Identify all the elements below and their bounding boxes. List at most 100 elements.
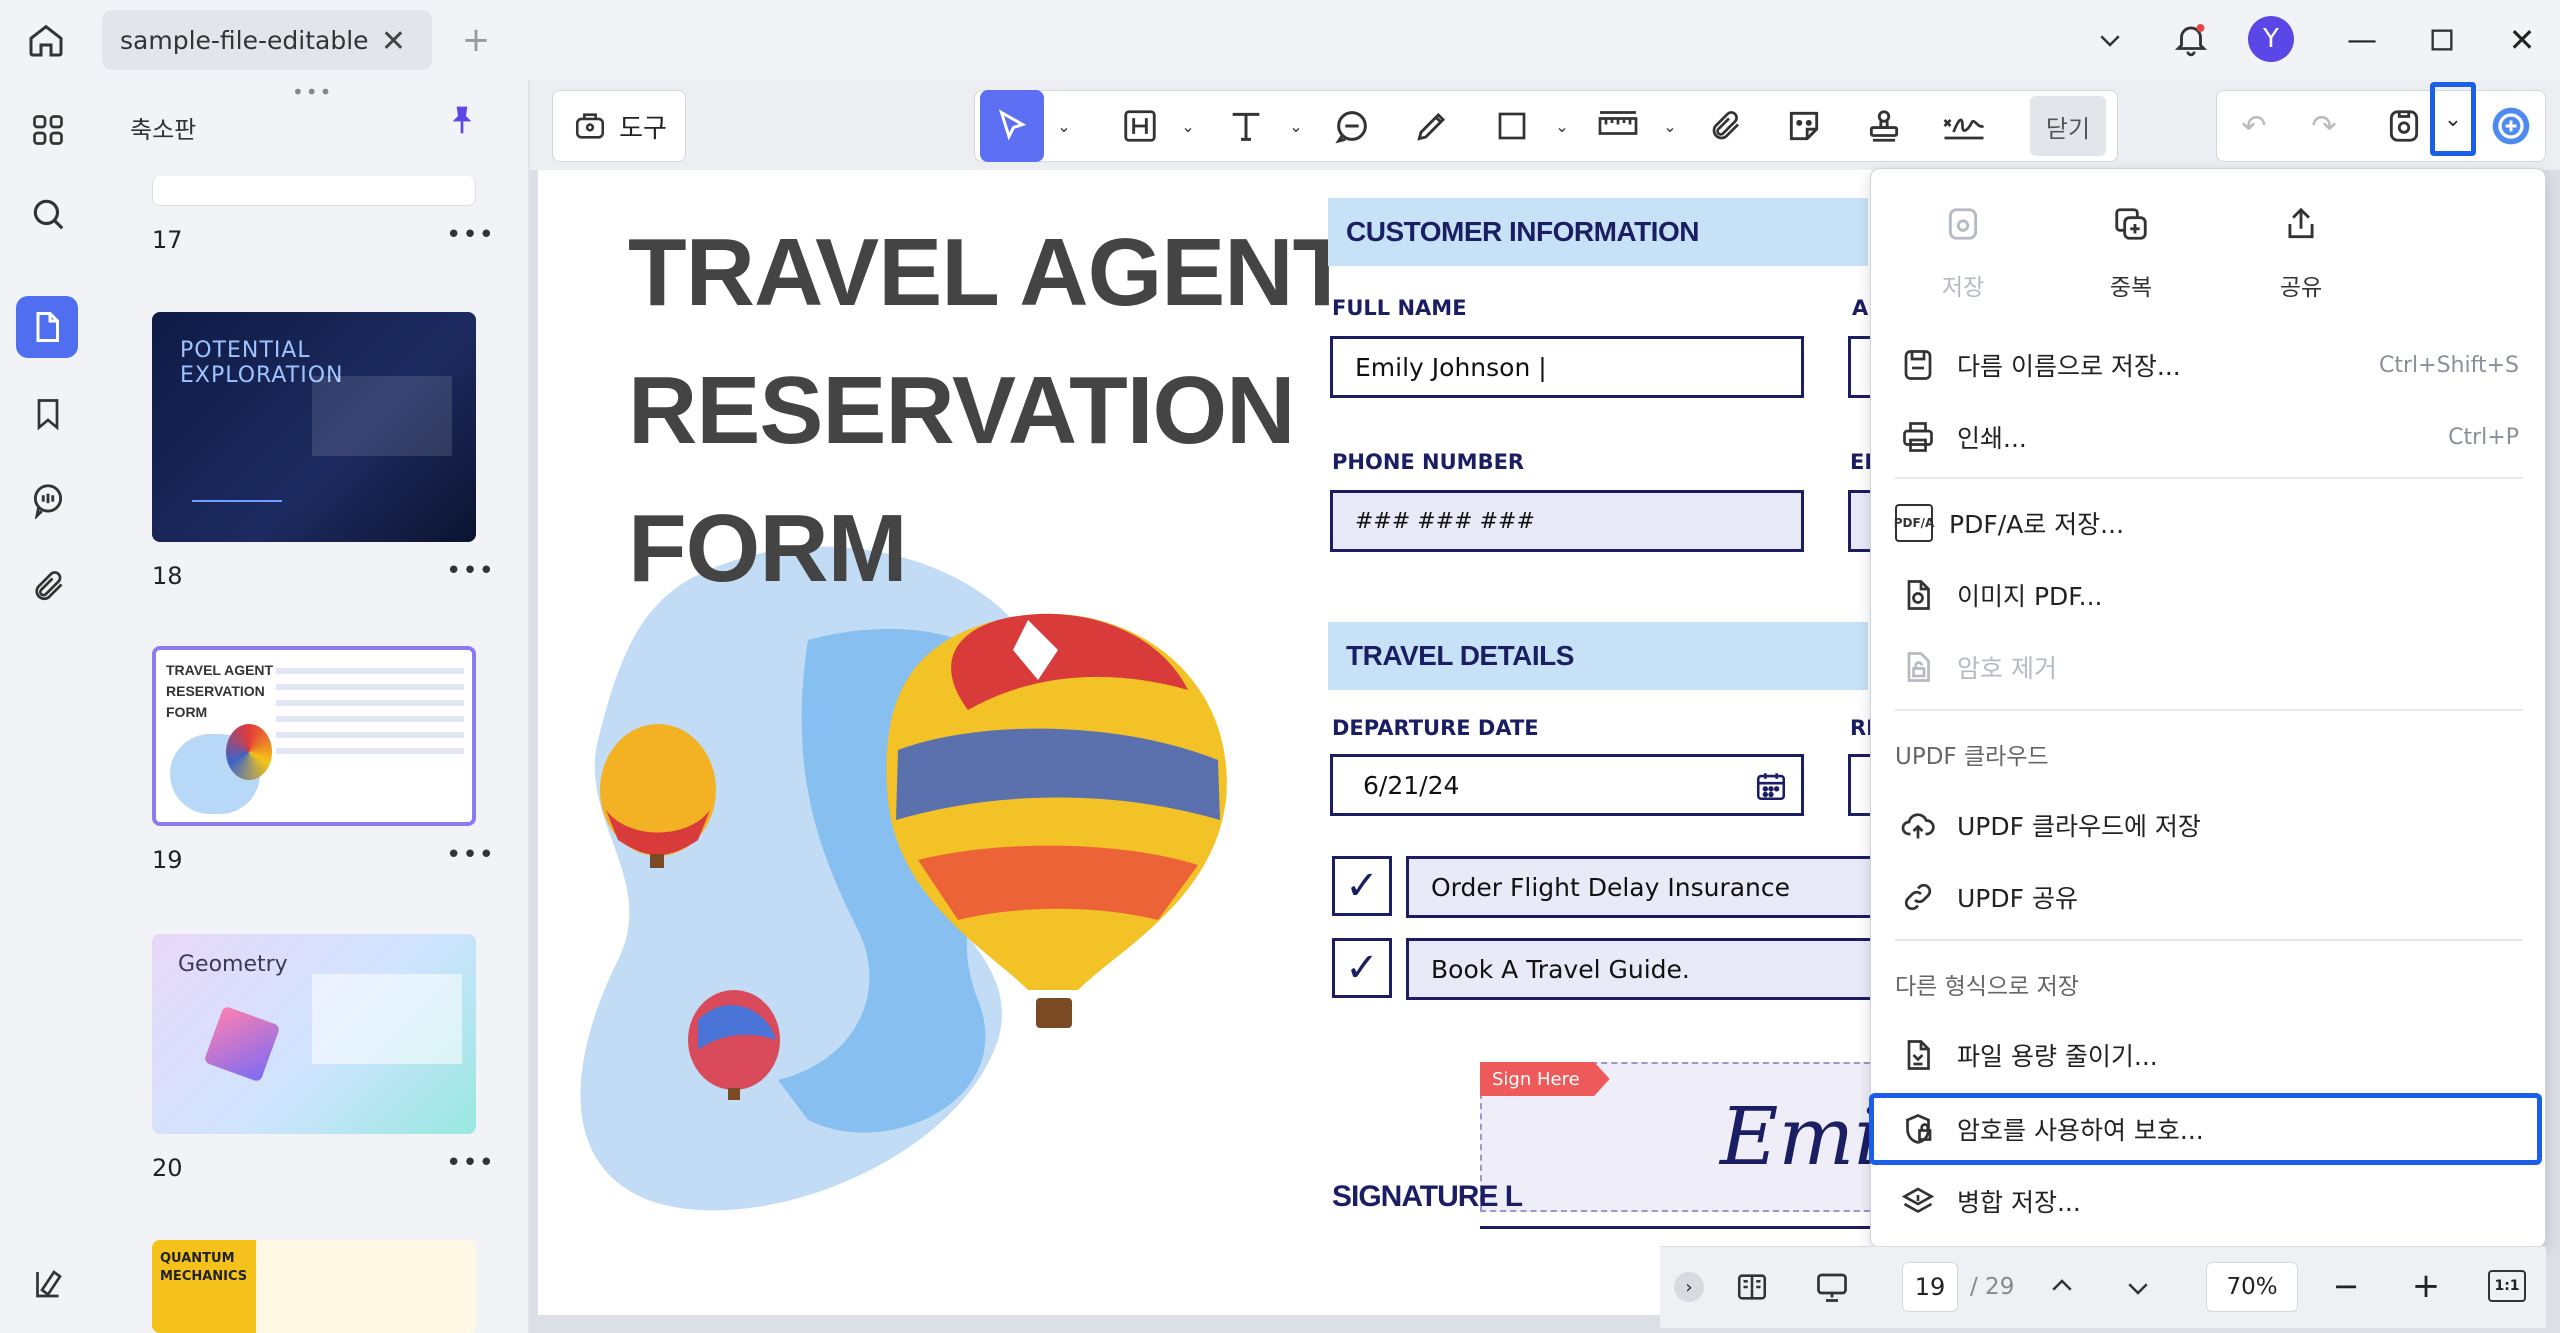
redo-icon[interactable]: ↷ — [2296, 90, 2352, 162]
grid-icon[interactable] — [24, 106, 72, 154]
thumbnail-panel-grid — [312, 974, 462, 1064]
reading-mode-icon[interactable] — [1730, 1266, 1774, 1308]
text-icon — [1232, 112, 1260, 141]
signature-tool-button[interactable] — [1936, 90, 1992, 162]
text-tool-button[interactable] — [1218, 90, 1274, 162]
menu-save-as[interactable]: 다름 이름으로 저장... Ctrl+Shift+S — [1871, 335, 2547, 395]
drag-handle-icon[interactable]: ••• — [292, 80, 333, 104]
cursor-icon — [998, 109, 1027, 141]
menu-reduce-size[interactable]: 파일 용량 줄이기... — [1871, 1025, 2547, 1085]
page-thumbnail[interactable]: Geometry — [152, 934, 476, 1134]
presentation-icon[interactable] — [1810, 1266, 1854, 1308]
menu-save-pdfa[interactable]: PDF/A PDF/A로 저장... — [1871, 493, 2547, 553]
close-window-icon[interactable]: ✕ — [2500, 18, 2544, 62]
maximize-icon[interactable] — [2420, 18, 2464, 62]
thumbnail-title: Geometry — [178, 952, 288, 977]
page-thumbnail[interactable]: QUANTUM MECHANICS — [152, 1240, 476, 1333]
undo-icon[interactable]: ↶ — [2226, 90, 2282, 162]
chevron-down-icon[interactable]: ⌄ — [1284, 90, 1308, 162]
select-tool-button[interactable] — [980, 90, 1044, 162]
zoom-in-icon[interactable]: + — [2406, 1266, 2446, 1306]
full-name-field[interactable]: Emily Johnson | — [1330, 336, 1804, 398]
image-pdf-icon — [1895, 572, 1941, 618]
shape-tool-button[interactable] — [1484, 90, 1540, 162]
thumbnails-icon[interactable] — [16, 296, 78, 358]
tools-label: 도구 — [619, 113, 667, 144]
column2-label-a: A — [1852, 296, 1869, 320]
zoom-level-input[interactable]: 70% — [2206, 1262, 2298, 1312]
menu-print[interactable]: 인쇄... Ctrl+P — [1871, 407, 2547, 467]
more-icon[interactable]: ••• — [446, 1148, 495, 1178]
chevron-down-icon[interactable] — [2090, 20, 2130, 60]
page-thumbnail[interactable] — [152, 176, 476, 206]
save-icon[interactable] — [2376, 90, 2432, 162]
layers-icon[interactable] — [24, 1260, 72, 1308]
sticker-tool-button[interactable] — [1776, 90, 1832, 162]
departure-date-field[interactable]: 6/21/24 — [1330, 754, 1804, 816]
travel-guide-checkbox[interactable]: ✓ — [1332, 938, 1392, 998]
chevron-down-icon[interactable]: ⌄ — [1052, 90, 1076, 162]
thumbnail-title: TRAVEL AGENT RESERVATION FORM — [166, 660, 273, 723]
menu-save-button[interactable]: 저장 — [1903, 205, 2023, 302]
close-toolbar-button[interactable]: 닫기 — [2030, 96, 2106, 156]
measure-tool-button[interactable] — [1588, 90, 1648, 162]
search-icon[interactable] — [24, 190, 72, 238]
current-page-input[interactable]: 19 — [1902, 1262, 1958, 1312]
previous-page-icon[interactable] — [2042, 1266, 2082, 1306]
phone-number-field[interactable]: ### ### ### — [1330, 490, 1804, 552]
travel-guide-option[interactable]: Book A Travel Guide. — [1406, 938, 1886, 1000]
comment-tool-button[interactable] — [1324, 90, 1380, 162]
attach-tool-button[interactable] — [1698, 90, 1754, 162]
attachment-icon[interactable] — [24, 562, 72, 610]
tools-button[interactable]: 도구 — [552, 90, 686, 162]
more-icon[interactable]: ••• — [446, 220, 495, 250]
customer-info-header: CUSTOMER INFORMATION — [1328, 198, 1868, 266]
bookmark-icon[interactable] — [24, 390, 72, 438]
more-icon[interactable]: ••• — [446, 556, 495, 586]
ai-assistant-icon[interactable] — [2484, 90, 2538, 162]
cloud-section-heading: UPDF 클라우드 — [1895, 744, 2049, 770]
next-page-icon[interactable] — [2118, 1268, 2158, 1308]
highlight-tool-button[interactable] — [1112, 90, 1168, 162]
home-icon[interactable] — [22, 16, 70, 64]
departure-date-value: 6/21/24 — [1363, 770, 1460, 800]
flight-insurance-option[interactable]: Order Flight Delay Insurance — [1406, 856, 1886, 918]
close-tab-icon[interactable]: ✕ — [381, 24, 406, 59]
avatar[interactable]: Y — [2248, 16, 2294, 62]
menu-duplicate-button[interactable]: 중복 — [2071, 205, 2191, 302]
actual-size-icon[interactable]: 1:1 — [2488, 1270, 2526, 1302]
document-tab[interactable]: sample-file-editable ✕ — [102, 10, 432, 70]
thumbnail-fields — [276, 658, 464, 758]
menu-share-updf[interactable]: UPDF 공유 — [1871, 867, 2547, 927]
page-thumbnail[interactable]: POTENTIAL EXPLORATION — [152, 312, 476, 542]
menu-share-button[interactable]: 공유 — [2241, 205, 2361, 302]
more-icon[interactable]: ••• — [446, 840, 495, 870]
pin-icon[interactable] — [446, 104, 478, 144]
menu-save-label: 저장 — [1941, 275, 1985, 301]
save-dropdown-button[interactable]: ⌄ — [2430, 82, 2476, 156]
menu-print-label: 인쇄... — [1957, 424, 2027, 453]
menu-image-pdf[interactable]: 이미지 PDF... — [1871, 565, 2547, 625]
chevron-down-icon[interactable]: ⌄ — [1550, 90, 1574, 162]
comment-icon[interactable] — [24, 476, 72, 524]
calendar-icon[interactable] — [1753, 769, 1789, 809]
stamp-tool-button[interactable] — [1856, 90, 1912, 162]
menu-flatten-save[interactable]: 병합 저장... — [1871, 1171, 2547, 1231]
sign-here-tag: Sign Here — [1480, 1062, 1610, 1096]
menu-save-to-cloud[interactable]: UPDF 클라우드에 저장 — [1871, 795, 2547, 855]
new-tab-icon[interactable]: + — [456, 20, 496, 60]
form-title-line-2: RESERVATION — [628, 357, 1295, 464]
chevron-down-icon[interactable]: ⌄ — [1176, 90, 1200, 162]
minimize-icon[interactable]: — — [2340, 18, 2384, 62]
menu-remove-password[interactable]: 암호 제거 — [1871, 637, 2547, 697]
expand-icon[interactable]: › — [1674, 1272, 1704, 1302]
menu-share-updf-label: UPDF 공유 — [1957, 884, 2078, 913]
bell-icon[interactable] — [2168, 16, 2214, 62]
thumbnail-table — [312, 376, 452, 456]
zoom-out-icon[interactable]: − — [2326, 1266, 2366, 1306]
heading-icon — [1124, 110, 1156, 142]
pen-tool-button[interactable] — [1404, 90, 1460, 162]
flight-insurance-checkbox[interactable]: ✓ — [1332, 856, 1392, 916]
chevron-down-icon[interactable]: ⌄ — [1658, 90, 1682, 162]
page-thumbnail-active[interactable]: TRAVEL AGENT RESERVATION FORM — [152, 646, 476, 826]
